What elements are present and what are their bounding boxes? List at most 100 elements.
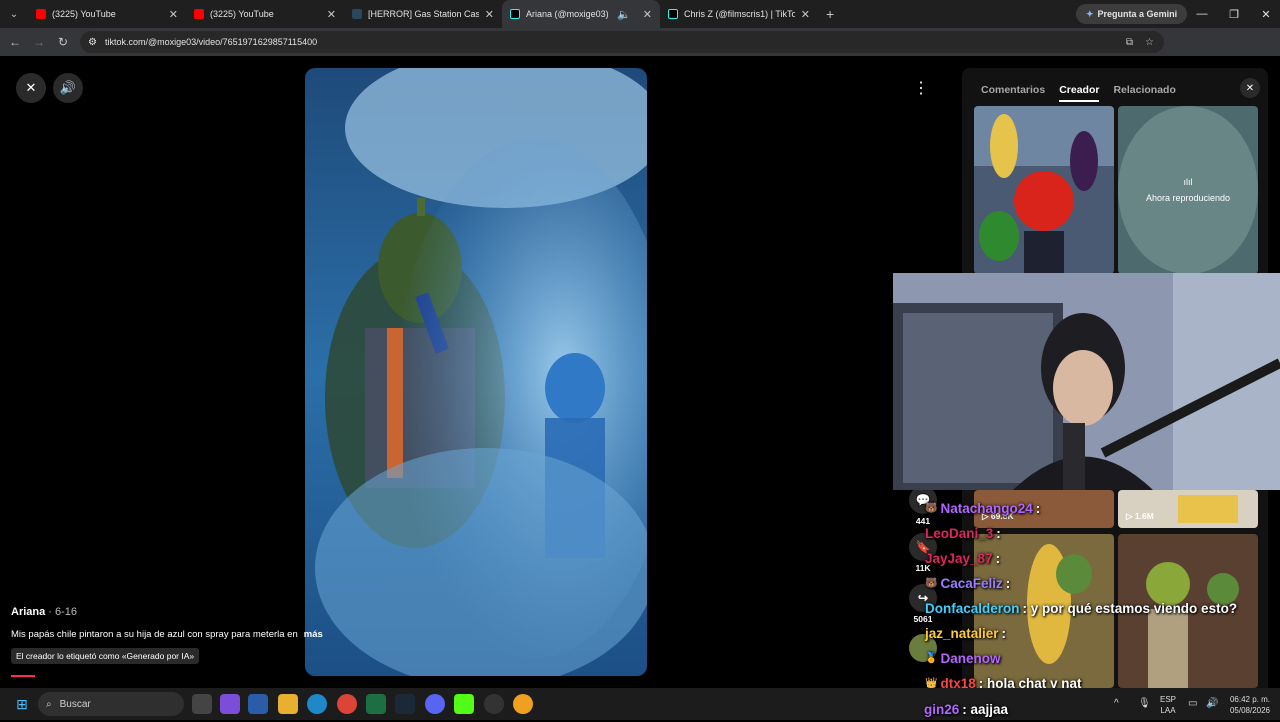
now-playing-overlay: ılıl Ahora reproduciendo [1118, 106, 1258, 274]
video-progress-bar[interactable] [11, 675, 35, 677]
steam-icon [352, 9, 362, 19]
tab-comments[interactable]: Comentarios [981, 84, 1045, 102]
chat-text: : [1001, 626, 1007, 641]
stream-chat-last: gin26: aajjaa [924, 697, 1279, 722]
chat-username: Donfacalderon [925, 601, 1020, 616]
tab-title: Ariana (@moxige03) | TikTo [526, 9, 611, 19]
tab-title: [HERROR] Gas Station Case en [368, 9, 479, 19]
chat-text: : [1035, 501, 1041, 516]
minimize-icon[interactable]: — [1186, 0, 1218, 28]
post-date: 6-16 [55, 606, 78, 618]
badge-icon: 🏅 [925, 653, 938, 664]
translate-icon[interactable]: ⧉ [1126, 37, 1133, 48]
youtube-icon [194, 9, 204, 19]
more-link[interactable]: más [304, 629, 323, 640]
video-frame [305, 68, 647, 676]
chat-message: jaz_natalier: [925, 621, 1280, 646]
chat-username: Danenow [940, 651, 1001, 666]
tiktok-icon [668, 9, 678, 19]
discord-icon[interactable] [425, 694, 445, 714]
tiktok-icon [510, 9, 520, 19]
copilot-icon[interactable] [220, 694, 240, 714]
volume-icon[interactable]: 🔊 [53, 73, 83, 103]
close-window-icon[interactable]: ✕ [1250, 0, 1280, 28]
video-author[interactable]: Ariana · 6-16 [11, 606, 77, 618]
app-icon[interactable] [513, 694, 533, 714]
site-info-icon[interactable]: ⚙ [88, 37, 97, 48]
chat-username: jaz_natalier [925, 626, 999, 641]
close-panel-icon[interactable]: ✕ [1240, 78, 1260, 98]
badge-icon: 🐻 [925, 503, 938, 514]
panel-tabs: Comentarios Creador Relacionado [981, 84, 1176, 102]
video-player[interactable] [305, 68, 647, 676]
tab-title: (3225) YouTube [52, 9, 116, 19]
edge-icon[interactable] [307, 694, 327, 714]
gemini-label: Pregunta a Gemini [1097, 9, 1178, 19]
browser-tab-2[interactable]: (3225) YouTube ✕ [186, 0, 344, 28]
video-description: Mis papás chile pintaron a su hija de az… [11, 629, 323, 640]
chat-text: : [1005, 576, 1011, 591]
chat-text: : [996, 526, 1001, 541]
badge-icon: 🐻 [925, 578, 938, 589]
file-explorer-icon[interactable] [278, 694, 298, 714]
gemini-button[interactable]: ✦ Pregunta a Gemini [1076, 4, 1188, 24]
creator-video-thumb[interactable] [974, 106, 1114, 274]
address-bar[interactable]: ⚙ tiktok.com/@moxige03/video/76519716298… [80, 31, 1164, 53]
tab-search-button[interactable]: ⌄ [0, 0, 28, 28]
gemini-icon: ✦ [1086, 8, 1094, 19]
youtube-icon [36, 9, 46, 19]
chat-message: JayJay_87: [925, 546, 1280, 571]
stream-chat: 🐻 Natachango24: LeoDani_3: JayJay_87: 🐻 Ca… [925, 496, 1280, 696]
back-icon[interactable]: ← [3, 30, 27, 54]
chat-message: 🐻 Natachango24: [925, 496, 1280, 521]
close-icon[interactable]: ✕ [16, 73, 46, 103]
thumb-image [974, 106, 1114, 274]
browser-tab-5[interactable]: Chris Z (@filmscris1) | TikTok ✕ [660, 0, 818, 28]
browser-tab-3[interactable]: [HERROR] Gas Station Case en ✕ [344, 0, 502, 28]
tab-title: (3225) YouTube [210, 9, 274, 19]
ai-generated-label: El creador lo etiquetó como «Generado po… [11, 648, 200, 664]
author-name[interactable]: Ariana [11, 606, 45, 618]
tab-creator[interactable]: Creador [1059, 84, 1100, 102]
chat-text: : aajjaa [962, 702, 1009, 717]
bookmark-star-icon[interactable]: ☆ [1145, 37, 1154, 48]
close-tab-icon[interactable]: ✕ [485, 8, 494, 21]
forward-icon[interactable]: → [27, 30, 51, 54]
task-view-icon[interactable] [192, 694, 212, 714]
restore-icon[interactable]: ❐ [1218, 0, 1250, 28]
chat-message: 🏅 Danenow [925, 646, 1280, 671]
webcam-feed [893, 273, 1280, 490]
speaker-icon[interactable]: 🔈 [617, 8, 631, 21]
obs-icon[interactable] [484, 694, 504, 714]
close-tab-icon[interactable]: ✕ [327, 8, 336, 21]
webcam-overlay [893, 273, 1280, 490]
excel-icon[interactable] [366, 694, 386, 714]
new-tab-button[interactable]: + [818, 6, 842, 22]
chat-username: gin26 [924, 702, 960, 717]
tab-strip: ⌄ (3225) YouTube ✕ (3225) YouTube ✕ [HER… [0, 0, 1280, 28]
now-playing-thumb[interactable]: ılıl Ahora reproduciendo [1118, 106, 1258, 274]
browser-tab-1[interactable]: (3225) YouTube ✕ [28, 0, 186, 28]
browser-tab-4[interactable]: Ariana (@moxige03) | TikTo 🔈 ✕ [502, 0, 660, 28]
chat-message: gin26: aajjaa [924, 697, 1279, 722]
chat-message: 🐻 CacaFeliz: [925, 571, 1280, 596]
close-tab-icon[interactable]: ✕ [801, 8, 810, 21]
more-options-icon[interactable]: ⋮ [906, 73, 936, 103]
steam-icon[interactable] [395, 694, 415, 714]
close-tab-icon[interactable]: ✕ [169, 8, 178, 21]
windows-start-icon[interactable]: ⊞ [12, 694, 32, 714]
chat-message: LeoDani_3: [925, 521, 1280, 546]
store-icon[interactable] [248, 694, 268, 714]
chrome-icon[interactable] [337, 694, 357, 714]
now-playing-label: Ahora reproduciendo [1145, 193, 1231, 203]
reload-icon[interactable]: ↻ [51, 30, 75, 54]
close-tab-icon[interactable]: ✕ [643, 8, 652, 21]
kick-icon[interactable] [454, 694, 474, 714]
tab-related[interactable]: Relacionado [1113, 84, 1175, 102]
toolbar: ← → ↻ ⚙ tiktok.com/@moxige03/video/76519… [0, 28, 1280, 77]
chat-username: CacaFeliz [940, 576, 1003, 591]
chat-message: Donfacalderon: y por qué estamos viendo … [925, 596, 1280, 621]
equalizer-icon: ılıl [1183, 177, 1193, 187]
chat-username: Natachango24 [940, 501, 1033, 516]
taskbar-search[interactable]: ⌕ Buscar [38, 692, 184, 716]
